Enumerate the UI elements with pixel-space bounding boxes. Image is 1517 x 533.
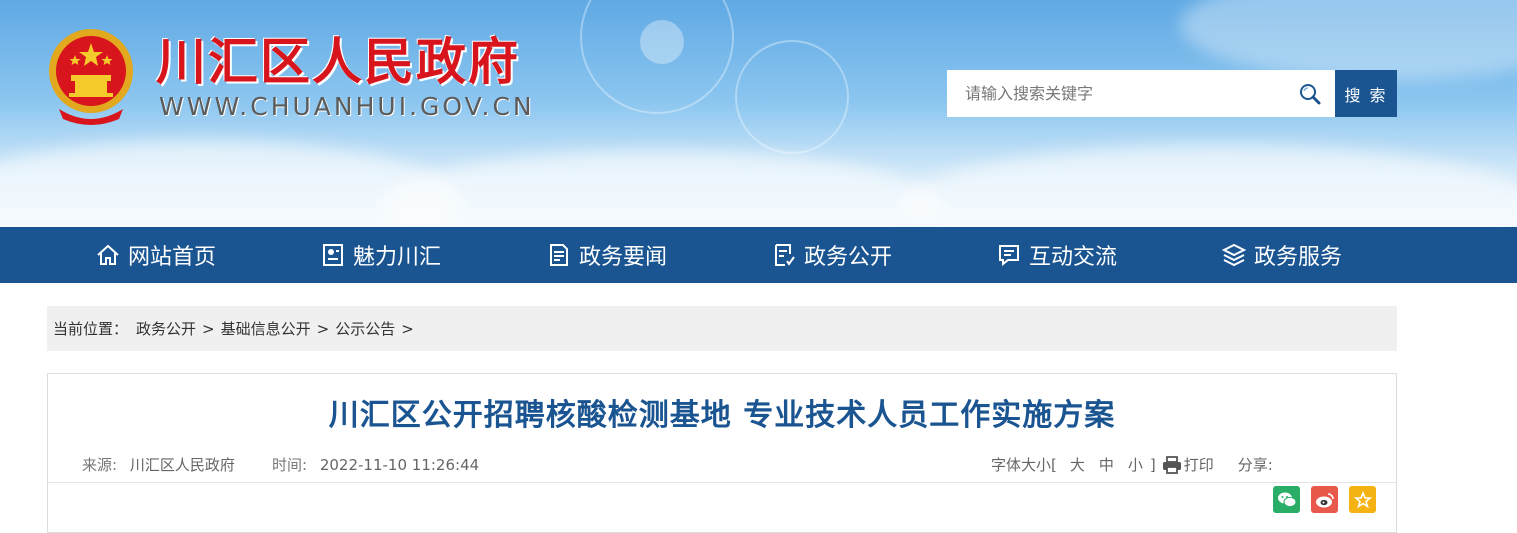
nav-label: 魅力川汇 (353, 245, 442, 270)
checklist-icon (775, 244, 795, 266)
cloud-decoration (1180, 0, 1517, 80)
wechat-icon[interactable] (1273, 486, 1300, 513)
main-nav: 网站首页 魅力川汇 政务要闻 政务公开 互动交流 政务服务 (0, 227, 1517, 283)
nav-label: 政务公开 (804, 245, 893, 270)
breadcrumb-label: 当前位置： (53, 320, 129, 338)
article-title: 川汇区公开招聘核酸检测基地 专业技术人员工作实施方案 (328, 398, 1116, 433)
source-value: 川汇区人民政府 (129, 456, 235, 474)
site-title: 川汇区人民政府 (156, 33, 520, 91)
print-button[interactable]: 打印 (1184, 454, 1214, 475)
font-size-large[interactable]: 大 (1070, 454, 1085, 475)
site-header: 川汇区人民政府 WWW.CHUANHUI.GOV.CN 搜 索 (0, 0, 1517, 227)
nav-item-home[interactable]: 网站首页 (95, 227, 216, 283)
nav-label: 政务服务 (1254, 245, 1343, 270)
bubble-decoration (640, 20, 684, 64)
bubble-decoration (735, 40, 849, 154)
breadcrumb-separator: > (401, 319, 414, 338)
nav-item-interaction[interactable]: 互动交流 (996, 227, 1117, 283)
breadcrumb-separator: > (316, 319, 330, 338)
time-label: 时间: (272, 456, 308, 474)
cloud-decoration (380, 150, 940, 227)
home-icon (97, 244, 119, 265)
nav-item-openness[interactable]: 政务公开 (771, 227, 892, 283)
cloud-decoration (900, 145, 1517, 227)
article-source: 来源: 川汇区人民政府 (82, 454, 235, 475)
national-emblem-icon (49, 29, 133, 125)
nav-item-services[interactable]: 政务服务 (1221, 227, 1342, 283)
nav-label: 互动交流 (1029, 245, 1118, 270)
font-size-small[interactable]: 小 (1128, 454, 1143, 475)
profile-card-icon (323, 244, 343, 266)
breadcrumb-item-basic-info[interactable]: 基础信息公开 (221, 318, 311, 339)
nav-label: 政务要闻 (579, 245, 668, 270)
breadcrumb-item-openness[interactable]: 政务公开 (136, 318, 196, 339)
search-icon[interactable] (1298, 82, 1322, 106)
breadcrumb-item-announcements[interactable]: 公示公告 (335, 318, 395, 339)
search-button[interactable]: 搜 索 (1335, 70, 1397, 117)
weibo-icon[interactable] (1311, 486, 1338, 513)
article-time: 时间: 2022-11-10 11:26:44 (272, 454, 479, 475)
breadcrumb-separator: > (202, 319, 215, 338)
meta-divider (48, 482, 1396, 483)
share-label: 分享: (1237, 456, 1273, 474)
favorite-star-icon[interactable] (1349, 486, 1376, 513)
nav-item-news[interactable]: 政务要闻 (546, 227, 667, 283)
nav-item-charm[interactable]: 魅力川汇 (320, 227, 441, 283)
font-size-label: 字体大小[ (991, 456, 1057, 474)
nav-label: 网站首页 (128, 245, 217, 270)
breadcrumb: 当前位置： 政务公开 > 基础信息公开 > 公示公告 > (47, 306, 1397, 351)
time-value: 2022-11-10 11:26:44 (319, 456, 480, 474)
layers-icon (1221, 243, 1247, 267)
article-tools: 字体大小[ 大 中 小 ] 打印 分享: (991, 454, 1279, 475)
message-icon (999, 245, 1019, 267)
print-icon[interactable] (1162, 455, 1182, 474)
font-size-close: ] (1149, 455, 1156, 474)
source-label: 来源: (82, 456, 118, 474)
document-icon (550, 244, 568, 266)
site-url: WWW.CHUANHUI.GOV.CN (159, 92, 535, 121)
font-size-medium[interactable]: 中 (1099, 454, 1114, 475)
search-input[interactable] (947, 70, 1335, 117)
article-panel: 川汇区公开招聘核酸检测基地 专业技术人员工作实施方案 来源: 川汇区人民政府 时… (47, 373, 1397, 533)
